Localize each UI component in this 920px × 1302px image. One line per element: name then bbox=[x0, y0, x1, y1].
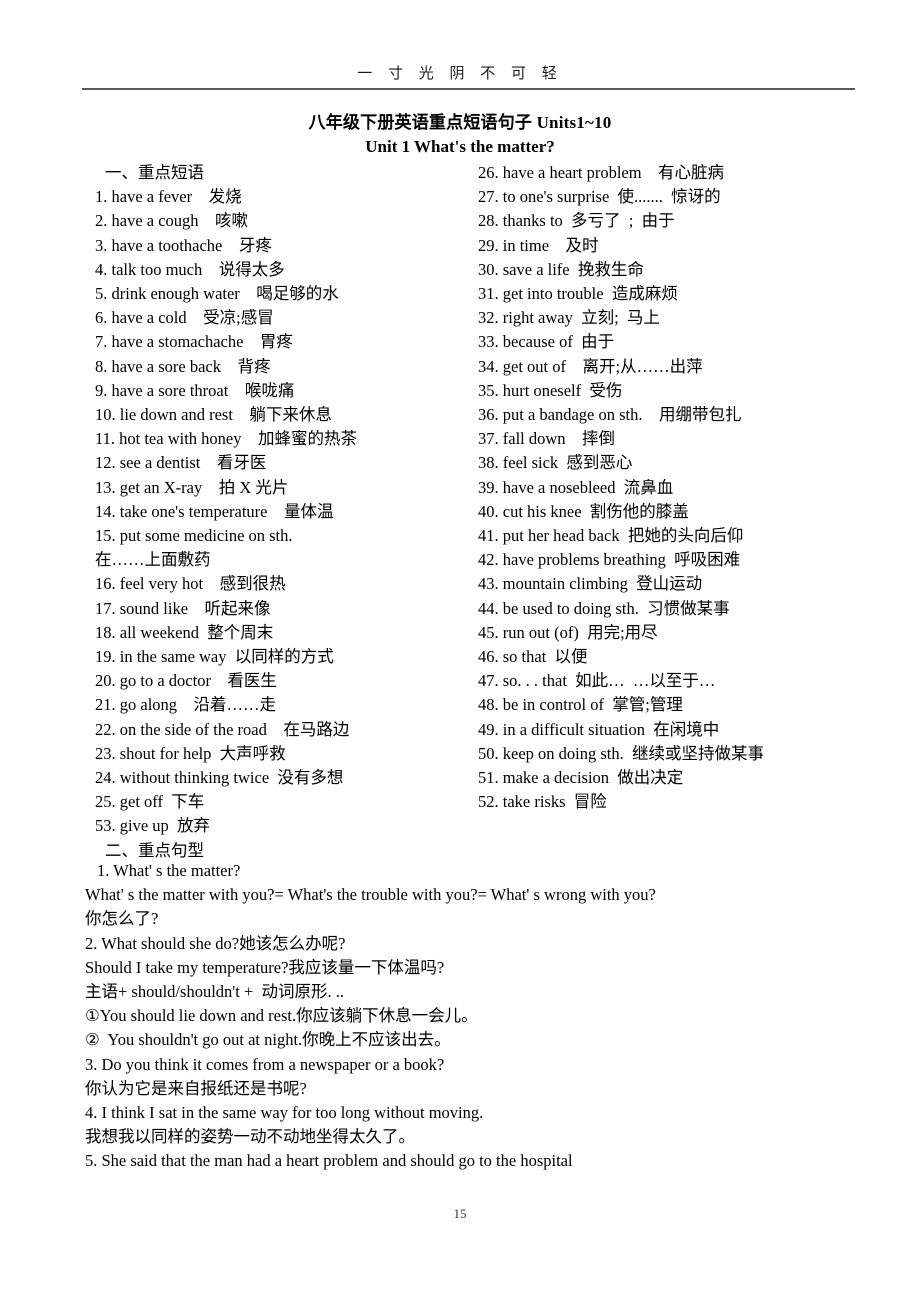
phrase-item: 1. have a fever 发烧 bbox=[95, 187, 242, 207]
phrase-item: 7. have a stomachache 胃疼 bbox=[95, 332, 293, 352]
phrase-item: 6. have a cold 受凉;感冒 bbox=[95, 308, 274, 328]
phrase-item: 26. have a heart problem 有心脏病 bbox=[478, 163, 725, 182]
sentence-line: 4. I think I sat in the same way for too… bbox=[85, 1103, 484, 1123]
phrase-item: 51. make a decision 做出决定 bbox=[478, 768, 684, 788]
phrase-item: 21. go along 沿着……走 bbox=[95, 695, 277, 715]
sentence-line: 3. Do you think it comes from a newspape… bbox=[85, 1054, 445, 1074]
phrase-item: 11. hot tea with honey 加蜂蜜的热茶 bbox=[95, 429, 357, 449]
phrase-item: 43. mountain climbing 登山运动 bbox=[478, 574, 703, 594]
title-block: 八年级下册英语重点短语句子 Units1~10 Unit 1 What's th… bbox=[0, 111, 920, 159]
phrase-item: 20. go to a doctor 看医生 bbox=[95, 671, 277, 691]
phrase-item: 5. drink enough water 喝足够的水 bbox=[95, 284, 339, 304]
phrase-item: 32. right away 立刻; 马上 bbox=[478, 308, 660, 328]
phrase-columns: 一、重点短语 1. have a fever 发烧 2. have a cough … bbox=[0, 161, 920, 860]
page-footer: 15 bbox=[0, 1205, 920, 1223]
document-subtitle: Unit 1 What's the matter? bbox=[365, 137, 555, 156]
phrase-item: 44. be used to doing sth. 习惯做某事 bbox=[478, 598, 730, 618]
phrase-item: 19. in the same way 以同样的方式 bbox=[95, 647, 334, 667]
sentence-line: ② You shouldn't go out at night.你晚上不应该出去… bbox=[85, 1030, 451, 1050]
phrase-item: 23. shout for help 大声呼救 bbox=[95, 743, 286, 763]
phrase-item: 49. in a difficult situation 在闲境中 bbox=[478, 719, 720, 739]
phrase-item: 12. see a dentist 看牙医 bbox=[95, 453, 267, 473]
phrase-item: 28. thanks to 多亏了 ; 由于 bbox=[478, 211, 675, 231]
sentence-line: 1. What' s the matter? bbox=[97, 861, 241, 880]
phrase-item: 37. fall down 摔倒 bbox=[478, 429, 616, 449]
sentence-line: 我想我以同样的姿势一动不动地坐得太久了。 bbox=[85, 1127, 415, 1147]
phrase-item: 在……上面敷药 bbox=[95, 550, 211, 570]
phrase-item: 45. run out (of) 用完;用尽 bbox=[478, 622, 658, 642]
phrase-item: 10. lie down and rest 躺下来休息 bbox=[95, 405, 332, 425]
sentence-line: What' s the matter with you?= What's the… bbox=[85, 885, 656, 905]
document-title: 八年级下册英语重点短语句子 Units1~10 bbox=[308, 113, 612, 132]
sentence-line: ①You should lie down and rest.你应该躺下休息一会儿… bbox=[85, 1006, 478, 1026]
document-page: 一 寸 光 阴 不 可 轻 八年级下册英语重点短语句子 Units1~10 Un… bbox=[0, 0, 920, 1302]
phrase-item: 53. give up 放弃 bbox=[95, 816, 211, 836]
phrase-item: 4. talk too much 说得太多 bbox=[95, 259, 285, 279]
phrase-item: 22. on the side of the road 在马路边 bbox=[95, 719, 350, 739]
sentence-line: 你认为它是来自报纸还是书呢? bbox=[85, 1078, 307, 1098]
phrase-column-left: 一、重点短语 1. have a fever 发烧 2. have a cough … bbox=[95, 161, 470, 863]
phrase-item: 14. take one's temperature 量体温 bbox=[95, 501, 334, 521]
phrase-item: 31. get into trouble 造成麻烦 bbox=[478, 284, 678, 304]
sentence-pattern-block: 1. What' s the matter? What' s the matter… bbox=[85, 859, 885, 1174]
sentence-line: 你怎么了? bbox=[85, 909, 159, 929]
phrase-item: 27. to one's surprise 使....... 惊讶的 bbox=[478, 187, 721, 207]
phrase-item: 50. keep on doing sth. 继续或坚持做某事 bbox=[478, 743, 764, 763]
phrase-item: 46. so that 以便 bbox=[478, 647, 588, 667]
phrase-item: 17. sound like 听起来像 bbox=[95, 598, 271, 618]
page-number: 15 bbox=[453, 1206, 467, 1221]
phrase-item: 48. be in control of 掌管;管理 bbox=[478, 695, 683, 715]
sentence-line: 2. What should she do?她该怎么办呢? bbox=[85, 933, 346, 953]
phrase-item: 30. save a life 挽救生命 bbox=[478, 259, 644, 279]
phrase-item: 3. have a toothache 牙疼 bbox=[95, 235, 272, 255]
sentence-line: Should I take my temperature?我应该量一下体温吗? bbox=[85, 957, 445, 977]
phrase-item: 15. put some medicine on sth. bbox=[95, 526, 293, 546]
phrase-item: 2. have a cough 咳嗽 bbox=[95, 211, 249, 231]
running-header-text: 一 寸 光 阴 不 可 轻 bbox=[357, 66, 563, 82]
sentence-line: 5. She said that the man had a heart pro… bbox=[85, 1151, 573, 1171]
phrase-item: 34. get out of 离开;从……出萍 bbox=[478, 356, 703, 376]
phrase-item: 8. have a sore back 背疼 bbox=[95, 356, 271, 376]
running-header: 一 寸 光 阴 不 可 轻 bbox=[0, 62, 920, 83]
phrase-item: 41. put her head back 把她的头向后仰 bbox=[478, 526, 744, 546]
phrase-item: 9. have a sore throat 喉咙痛 bbox=[95, 380, 295, 400]
header-divider-rule bbox=[82, 88, 855, 90]
phrase-item: 33. because of 由于 bbox=[478, 332, 615, 352]
phrase-item: 40. cut his knee 割伤他的膝盖 bbox=[478, 501, 689, 521]
phrase-item: 35. hurt oneself 受伤 bbox=[478, 380, 623, 400]
phrase-item: 24. without thinking twice 没有多想 bbox=[95, 768, 344, 788]
phrase-item: 36. put a bandage on sth. 用绷带包扎 bbox=[478, 405, 742, 425]
phrase-item: 39. have a nosebleed 流鼻血 bbox=[478, 477, 674, 497]
phrase-item: 25. get off 下车 bbox=[95, 792, 205, 812]
phrase-item: 13. get an X-ray 拍 X 光片 bbox=[95, 477, 289, 497]
sentence-line: 主语+ should/shouldn't + 动词原形. .. bbox=[85, 982, 345, 1002]
phrase-section-heading: 一、重点短语 bbox=[105, 163, 204, 182]
phrase-column-right: 26. have a heart problem 有心脏病 27. to one'… bbox=[478, 161, 878, 814]
phrase-item: 29. in time 及时 bbox=[478, 235, 599, 255]
phrase-item: 42. have problems breathing 呼吸困难 bbox=[478, 550, 741, 570]
phrase-item: 38. feel sick 感到恶心 bbox=[478, 453, 633, 473]
phrase-item: 18. all weekend 整个周末 bbox=[95, 622, 274, 642]
phrase-item: 47. so. . . that 如此… …以至于… bbox=[478, 671, 716, 691]
phrase-item: 16. feel very hot 感到很热 bbox=[95, 574, 286, 594]
phrase-item: 52. take risks 冒险 bbox=[478, 792, 607, 812]
